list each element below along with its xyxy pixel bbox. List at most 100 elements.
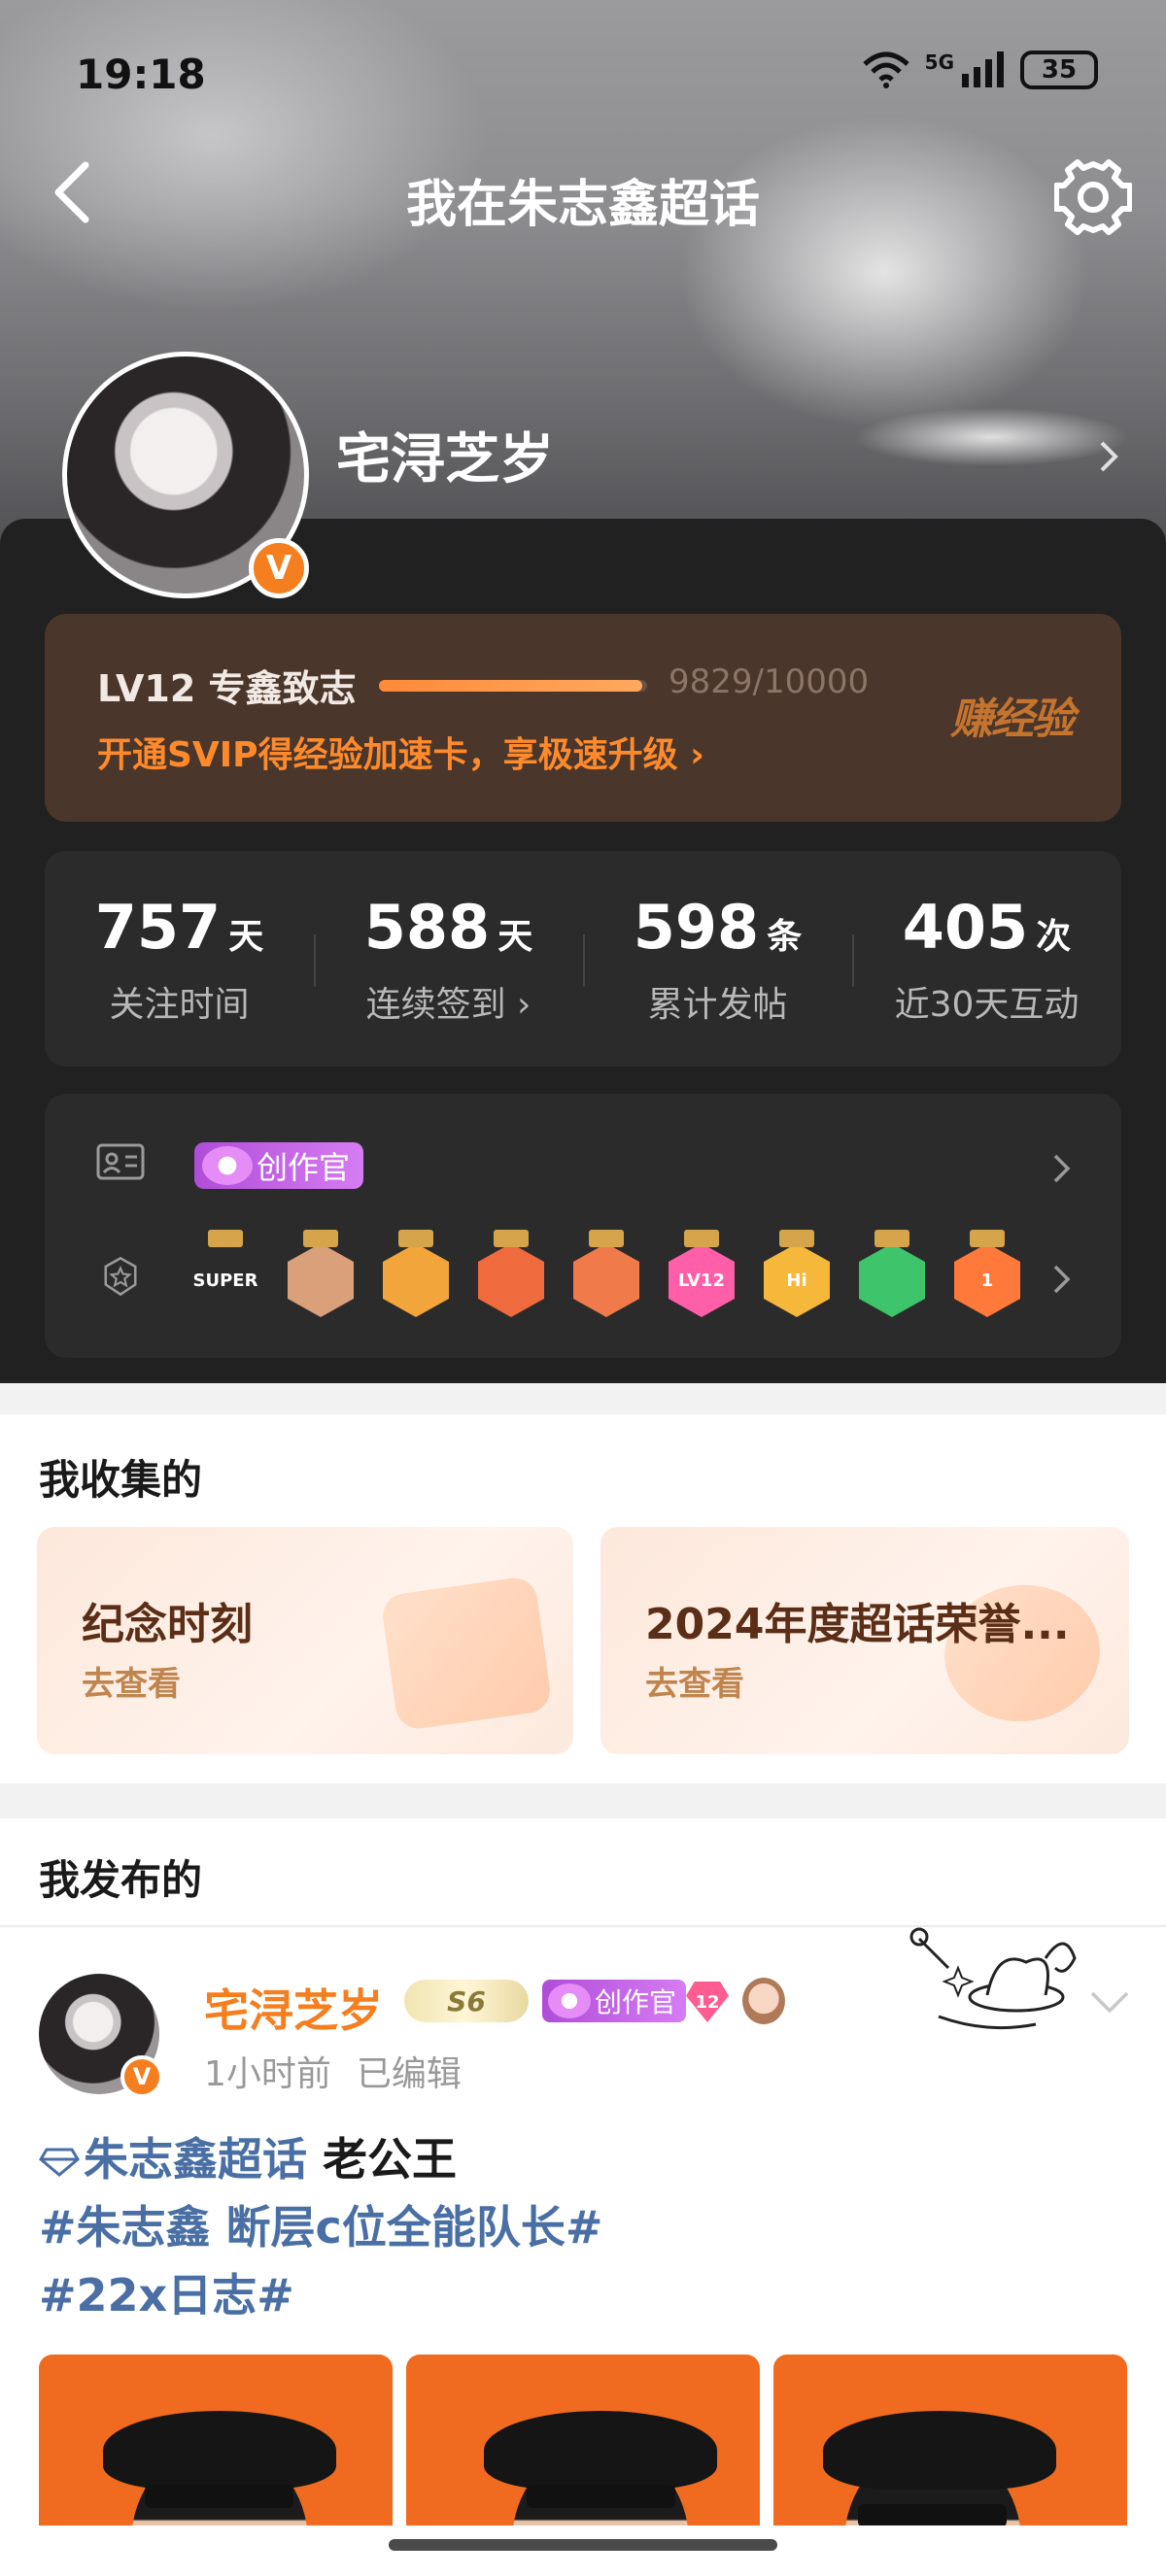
network-type: 5G [924,51,954,74]
stat-value: 405 次 [852,892,1121,963]
level-name: LV12 专鑫致志 [97,667,357,710]
stat-unit: 天 [497,917,533,957]
cat-badge-1[interactable] [476,1230,546,1319]
badge-hex-icon: SUPER [192,1243,258,1317]
creator-tag-label: 创作官 [257,1149,351,1186]
stat-unit: 次 [1036,917,1072,957]
calendar-gem-icon [380,1575,553,1732]
post-meta: 1小时前 已编辑 [204,2046,462,2096]
post-text: 老公王 [307,2133,458,2186]
badge-hex-icon [383,1243,449,1317]
stat-item: 757 天关注时间 [45,851,314,1067]
stat-unit: 条 [767,917,803,957]
stat-label: 连续签到 › [365,985,532,1025]
chevron-right-icon[interactable] [1051,1152,1073,1185]
level-gem-badge[interactable]: 12 [686,1982,729,2022]
collect-card-title: 2024年度超话荣誉... [645,1600,1070,1649]
post-time: 1小时前 [204,2054,331,2094]
collect-card-link: 去查看 [645,1665,744,1704]
post-author-avatar[interactable]: V [39,1974,163,2098]
stat-unit: 天 [228,917,264,957]
badge-hex-icon [288,1243,354,1317]
level-progress-bar [379,680,647,692]
chevron-right-icon[interactable] [1098,439,1121,474]
collect-card-title: 纪念时刻 [82,1600,253,1649]
medal-icon [104,1256,137,1297]
status-icons: 5G 35 [861,51,1098,89]
hashtag-link[interactable]: #22x日志# [39,2261,1127,2329]
super-topic-link[interactable]: 朱志鑫超话 [84,2133,307,2186]
collected-section: 我收集的 纪念时刻 去查看 2024年度超话荣誉... 去查看 [0,1414,1166,1783]
partial-badge[interactable]: 1 [952,1230,1022,1319]
svip-promo-link[interactable]: 开通SVIP得经验加速卡，享极速升级 › [97,727,704,777]
post-content: 朱志鑫超话 老公王 #朱志鑫 断层c位全能队长# #22x日志# [39,2125,1127,2329]
status-bar: 19:18 5G 35 [0,0,1166,146]
badges-card: 创作官 SUPER LV12 Hi 1 [45,1094,1121,1358]
hi-badge[interactable]: Hi [762,1230,832,1319]
collect-card-link: 去查看 [82,1665,181,1704]
stat-number: 598 [633,892,760,963]
creator-identity-tag[interactable]: 创作官 [194,1142,364,1189]
collected-section-title: 我收集的 [39,1456,203,1504]
crown-badge[interactable] [381,1230,451,1319]
profile-avatar[interactable]: V [62,352,309,598]
bottom-safe-area [0,2525,1166,2576]
stat-item: 405 次近30天互动 [852,851,1121,1067]
battery-icon: 35 [1020,51,1098,89]
stats-card: 757 天关注时间 588 天连续签到 › 598 条累计发帖 405 次近30天互动 [45,851,1121,1067]
stat-number: 757 [94,892,222,963]
badge-hex-icon [573,1243,639,1317]
super-badge[interactable]: SUPER [190,1230,260,1319]
stat-number: 405 [902,892,1029,963]
hashtag-link[interactable]: #朱志鑫 断层c位全能队长# [39,2193,1127,2261]
avatar-badge[interactable] [286,1230,356,1319]
creator-logo-icon [548,1983,591,2018]
profile-username[interactable]: 宅浔芝岁 [336,416,554,494]
stat-label: 累计发帖 [647,985,788,1025]
status-time: 19:18 [76,51,206,98]
creator-logo-icon [202,1146,253,1185]
hand-badge[interactable] [857,1230,927,1319]
cat-badge-2[interactable] [571,1230,641,1319]
stat-number: 588 [363,892,491,963]
post-author-name[interactable]: 宅浔芝岁 [204,1976,383,2040]
stat-item: 598 条累计发帖 [583,851,852,1067]
super-topic-gem-icon [39,2148,80,2177]
lv12-badge[interactable]: LV12 [667,1230,737,1319]
verified-badge: V [249,538,309,598]
verified-badge: V [120,2055,163,2098]
badge-hex-icon: 1 [954,1243,1020,1317]
id-card-icon [96,1143,145,1180]
creator-tag-label: 创作官 [595,1986,677,2018]
nav-bar: 我在朱志鑫超话 [0,146,1166,253]
stat-value: 588 天 [314,892,583,963]
badges-list[interactable]: SUPER LV12 Hi 1 [190,1230,1026,1319]
annual-honor-card[interactable]: 2024年度超话荣誉... 去查看 [600,1527,1129,1754]
badge-hex-icon: Hi [764,1243,830,1317]
decorative-doodle-icon [909,1927,1077,2030]
creator-identity-tag[interactable]: 创作官 [542,1980,687,2022]
stat-item[interactable]: 588 天连续签到 › [314,851,583,1067]
level-progress-text: 9829/10000 [669,662,870,701]
posted-section-title: 我发布的 [39,1856,203,1904]
badge-hex-icon: LV12 [669,1243,735,1317]
stat-value: 757 天 [45,892,314,963]
fan-level-badge[interactable]: S6 [404,1980,529,2022]
stat-value: 598 条 [583,892,852,963]
settings-button[interactable] [1049,153,1137,241]
chevron-down-icon[interactable] [1088,1989,1131,2017]
badge-hex-icon [859,1243,925,1317]
badge-hex-icon [478,1243,544,1317]
wifi-icon [862,51,909,88]
stat-label: 近30天互动 [894,985,1080,1025]
earn-experience-button[interactable]: 赚经验 [950,684,1075,746]
avatar-emoji-badge[interactable] [742,1978,785,2024]
signal-icon [962,51,1004,87]
page-title: 我在朱志鑫超话 [405,176,760,234]
chevron-right-icon[interactable] [1051,1263,1073,1296]
level-progress-fill [379,680,643,692]
posted-section: 我发布的 V 宅浔芝岁 S6 创作官 12 1小时前 已编辑 朱志鑫超话 老公王 … [0,1818,1166,2576]
memorial-moments-card[interactable]: 纪念时刻 去查看 [37,1527,573,1754]
level-card[interactable]: LV12 专鑫致志 9829/10000 开通SVIP得经验加速卡，享极速升级 … [45,614,1121,822]
home-indicator[interactable] [389,2539,777,2551]
